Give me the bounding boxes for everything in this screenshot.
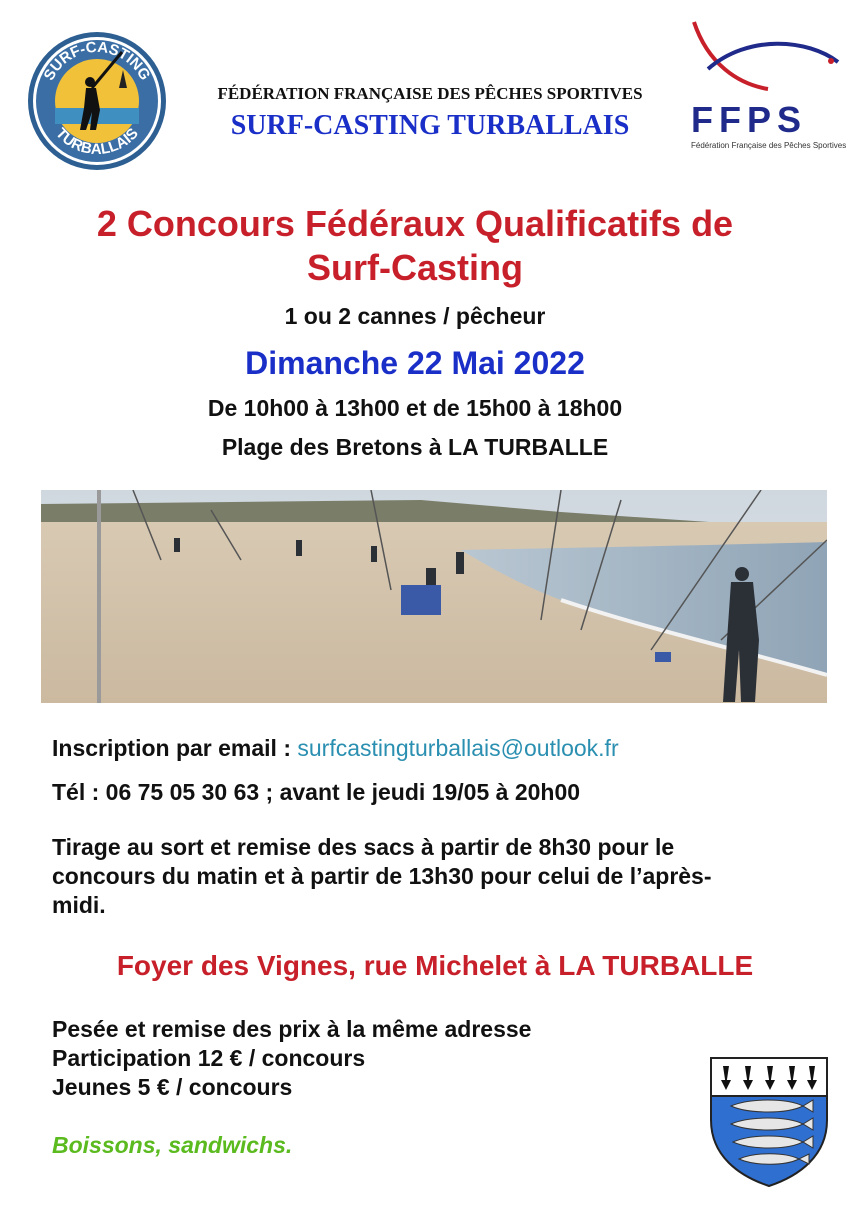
club-title: SURF-CASTING TURBALLAIS — [230, 110, 630, 141]
draw-info-line3: midi. — [52, 892, 106, 918]
price-info-line3: Jeunes 5 € / concours — [52, 1074, 293, 1100]
registration-line: Inscription par email : surfcastingturba… — [52, 735, 619, 762]
beach-photo — [41, 490, 827, 703]
price-info: Pesée et remise des prix à la même adres… — [52, 1015, 531, 1102]
price-info-line1: Pesée et remise des prix à la même adres… — [52, 1016, 532, 1042]
venue: Foyer des Vignes, rue Michelet à LA TURB… — [116, 950, 754, 981]
price-info-line2: Participation 12 € / concours — [52, 1045, 366, 1071]
federation-title: FÉDÉRATION FRANÇAISE DES PÊCHES SPORTIVE… — [217, 84, 643, 103]
registration-label: Inscription par email : — [52, 735, 298, 761]
ffps-logo: FFPS Fédération Française des Pêches Spo… — [688, 14, 850, 154]
event-place: Plage des Bretons à LA TURBALLE — [221, 434, 609, 460]
event-title-line2: Surf-Casting — [307, 247, 523, 288]
event-title-line1: 2 Concours Fédéraux Qualificatifs de — [96, 203, 734, 244]
draw-info-line1: Tirage au sort et remise des sacs à part… — [52, 834, 675, 860]
event-hours: De 10h00 à 13h00 et de 15h00 à 18h00 — [207, 395, 623, 421]
drinks-info: Boissons, sandwichs. — [52, 1132, 293, 1158]
draw-info-line2: concours du matin et à partir de 13h30 p… — [52, 863, 712, 889]
event-date: Dimanche 22 Mai 2022 — [245, 345, 585, 381]
registration-email-link[interactable]: surfcastingturballais@outlook.fr — [297, 735, 618, 761]
event-title: 2 Concours Fédéraux Qualificatifs de Sur… — [20, 202, 810, 290]
draw-info: Tirage au sort et remise des sacs à part… — [52, 833, 712, 920]
coat-of-arms — [709, 1056, 829, 1188]
ffps-logo-text: FFPS — [691, 99, 807, 140]
registration-phone: Tél : 06 75 05 30 63 ; avant le jeudi 19… — [52, 779, 581, 805]
club-logo: SURF-CASTING TURBALLAIS — [26, 30, 168, 172]
ffps-logo-subtitle: Fédération Française des Pêches Sportive… — [691, 141, 846, 150]
rods-per-angler: 1 ou 2 cannes / pêcheur — [284, 303, 546, 329]
